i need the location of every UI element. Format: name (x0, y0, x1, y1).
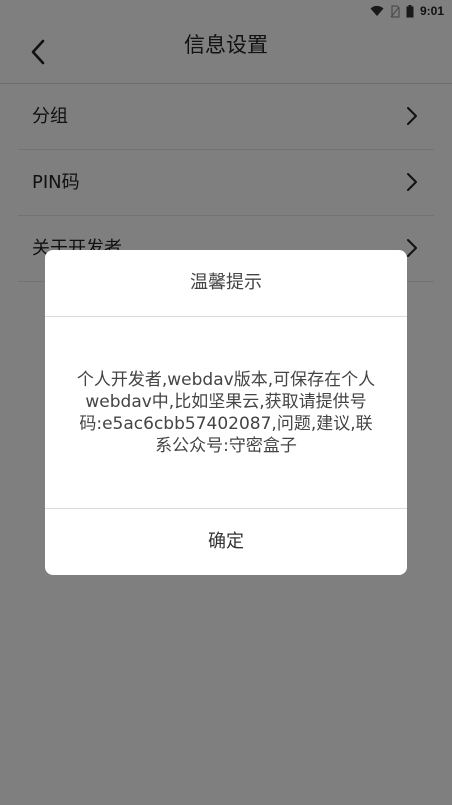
dialog-title: 温馨提示 (45, 250, 407, 317)
notice-dialog: 温馨提示 个人开发者,webdav版本,可保存在个人webdav中,比如坚果云,… (45, 250, 407, 575)
dialog-body: 个人开发者,webdav版本,可保存在个人webdav中,比如坚果云,获取请提供… (45, 317, 407, 509)
dialog-message: 个人开发者,webdav版本,可保存在个人webdav中,比如坚果云,获取请提供… (76, 369, 376, 456)
ok-button[interactable]: 确定 (45, 509, 407, 575)
